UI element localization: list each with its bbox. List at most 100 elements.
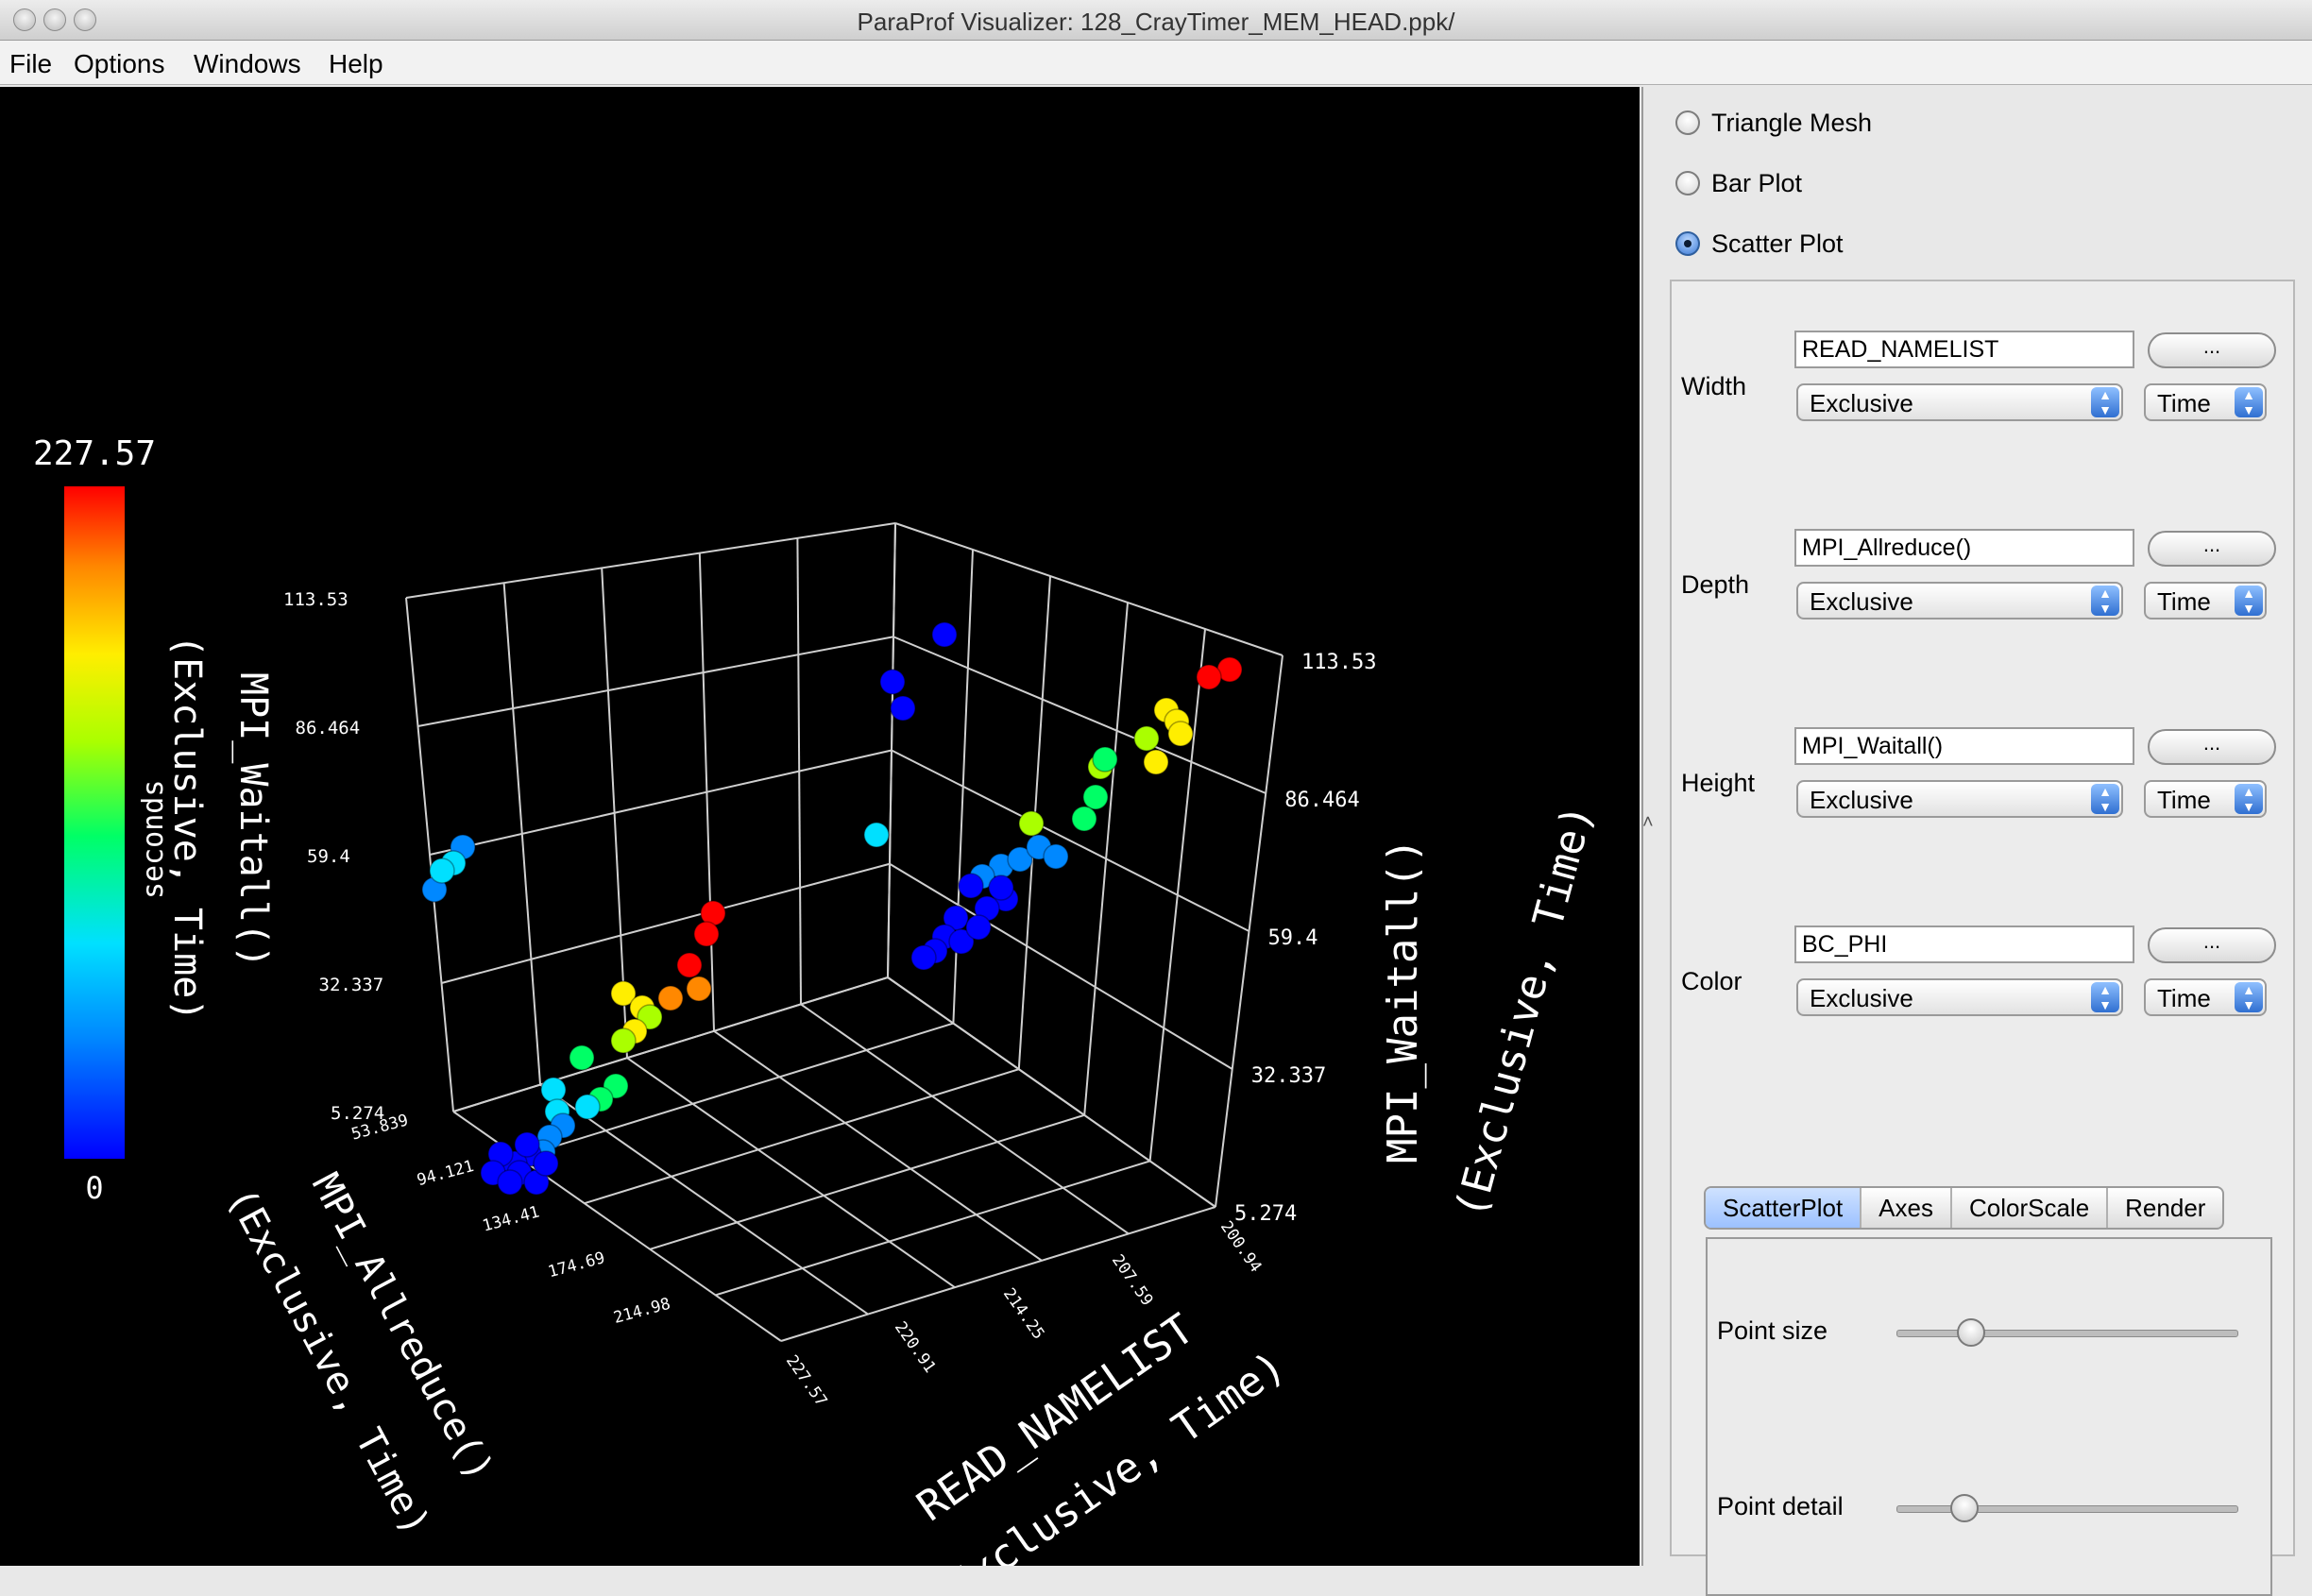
point-detail-slider-knob[interactable]: [1950, 1494, 1979, 1522]
point-detail-label: Point detail: [1717, 1492, 1844, 1520]
scatter-point[interactable]: [686, 976, 712, 1002]
scatter-point[interactable]: [1143, 749, 1169, 775]
grid-line: [713, 1029, 1043, 1262]
height-metric-select[interactable]: Exclusive ▲ ▼: [1796, 780, 2123, 818]
menu-file[interactable]: File: [9, 49, 52, 79]
color-label: Color: [1681, 967, 1742, 995]
depth-unit-select[interactable]: Time ▲ ▼: [2144, 582, 2267, 620]
grid-line: [649, 1113, 1085, 1250]
grid-line: [584, 1068, 1020, 1205]
scatter-point[interactable]: [1043, 843, 1069, 870]
plot-canvas[interactable]: 113.53 86.464 59.4 32.337 5.274 113.53 86.464 5…: [0, 87, 1640, 1566]
menu-options[interactable]: Options: [74, 49, 165, 79]
scatter-point[interactable]: [569, 1044, 595, 1071]
scatter-point[interactable]: [1071, 806, 1097, 832]
scatter-point[interactable]: [574, 1094, 601, 1120]
depth-metric-select[interactable]: Exclusive ▲ ▼: [1796, 582, 2123, 620]
right-height-tick: 86.464: [1284, 789, 1359, 812]
color-function-field[interactable]: BC_PHI: [1794, 925, 2134, 963]
color-scale-unit: seconds: [137, 780, 170, 899]
tab-scatterplot[interactable]: ScatterPlot: [1706, 1188, 1862, 1228]
scatter-point[interactable]: [1092, 746, 1118, 773]
point-detail-slider[interactable]: [1896, 1505, 2238, 1513]
left-height-tick: 59.4: [307, 846, 350, 867]
color-metric-select[interactable]: Exclusive ▲ ▼: [1796, 978, 2123, 1016]
select-arrows-icon: ▲ ▼: [2235, 982, 2263, 1012]
select-arrows-icon: ▲ ▼: [2235, 586, 2263, 616]
tab-render[interactable]: Render: [2108, 1188, 2222, 1228]
scatter-point[interactable]: [497, 1169, 523, 1196]
scatter-point[interactable]: [676, 952, 703, 978]
height-function-field[interactable]: MPI_Waitall(): [1794, 727, 2134, 765]
radio-label: Scatter Plot: [1711, 229, 1844, 258]
scatter-point[interactable]: [1167, 721, 1194, 747]
tab-axes[interactable]: Axes: [1862, 1188, 1952, 1228]
width-function-field[interactable]: READ_NAMELIST: [1794, 331, 2134, 368]
color-browse-button[interactable]: ...: [2148, 927, 2276, 963]
color-scale-max: 227.57: [33, 434, 156, 473]
scatter-point[interactable]: [890, 695, 916, 722]
scatter-point[interactable]: [965, 914, 992, 941]
select-arrows-icon: ▲ ▼: [2235, 784, 2263, 814]
scatter-point[interactable]: [610, 1027, 637, 1054]
split-pane-divider-icon[interactable]: ˄: [1642, 812, 1654, 834]
control-panel: Triangle Mesh Bar Plot Scatter Plot Widt…: [1641, 87, 2312, 1596]
depth-tick: 134.41: [481, 1203, 542, 1236]
scatter-point[interactable]: [657, 985, 684, 1011]
menu-bar: File Options Windows Help: [0, 41, 2312, 85]
scatter-point[interactable]: [863, 822, 890, 848]
scatter-point[interactable]: [1196, 664, 1222, 690]
grid-line: [518, 1022, 954, 1159]
radio-button[interactable]: [1675, 231, 1700, 256]
color-unit-select[interactable]: Time ▲ ▼: [2144, 978, 2267, 1016]
settings-tabs: ScatterPlot Axes ColorScale Render: [1704, 1186, 2225, 1230]
select-value: Time: [2157, 587, 2211, 616]
grid-line: [889, 862, 1233, 1070]
right-height-tick: 5.274: [1234, 1202, 1297, 1226]
radio-button[interactable]: [1675, 110, 1700, 135]
color-scale-min: 0: [85, 1170, 103, 1206]
scatter-point[interactable]: [533, 1150, 559, 1177]
menu-windows[interactable]: Windows: [194, 49, 301, 79]
left-height-tick: 86.464: [296, 718, 361, 739]
grid-line: [780, 1206, 1216, 1342]
depth-function-field[interactable]: MPI_Allreduce(): [1794, 529, 2134, 567]
radio-bar-plot[interactable]: Bar Plot: [1675, 164, 1802, 202]
tab-colorscale[interactable]: ColorScale: [1952, 1188, 2109, 1228]
menu-help[interactable]: Help: [329, 49, 383, 79]
right-height-tick: 113.53: [1301, 651, 1376, 674]
radio-triangle-mesh[interactable]: Triangle Mesh: [1675, 104, 1872, 142]
scatter-point[interactable]: [931, 621, 958, 648]
scatter-point[interactable]: [540, 1077, 567, 1103]
width-tick: 227.57: [782, 1351, 831, 1410]
scatter-point[interactable]: [910, 944, 937, 971]
left-height-tick: 32.337: [319, 975, 384, 995]
height-browse-button[interactable]: ...: [2148, 729, 2276, 765]
scatter-point[interactable]: [879, 669, 906, 695]
scatter-point[interactable]: [1018, 810, 1045, 837]
height-label: Height: [1681, 769, 1756, 797]
depth-browse-button[interactable]: ...: [2148, 531, 2276, 567]
radio-scatter-plot[interactable]: Scatter Plot: [1675, 225, 1844, 263]
select-value: Exclusive: [1810, 389, 1913, 417]
scatter-point[interactable]: [1133, 725, 1160, 752]
scatter-point[interactable]: [429, 857, 455, 884]
scatter-point[interactable]: [514, 1131, 540, 1158]
point-size-slider[interactable]: [1896, 1330, 2238, 1337]
grid-line: [715, 1160, 1150, 1297]
select-value: Exclusive: [1810, 786, 1913, 814]
scatter-point[interactable]: [693, 921, 720, 947]
scatter-point[interactable]: [1082, 784, 1109, 810]
width-metric-select[interactable]: Exclusive ▲ ▼: [1796, 383, 2123, 421]
width-browse-button[interactable]: ...: [2148, 332, 2276, 368]
radio-button[interactable]: [1675, 171, 1700, 195]
point-size-slider-knob[interactable]: [1957, 1318, 1986, 1347]
scatter-point[interactable]: [958, 873, 984, 899]
scatter-point[interactable]: [988, 874, 1014, 901]
point-size-label: Point size: [1717, 1316, 1828, 1345]
color-scale-bar: [64, 486, 125, 1159]
height-unit-select[interactable]: Time ▲ ▼: [2144, 780, 2267, 818]
scatter-plot-3d[interactable]: 113.53 86.464 59.4 32.337 5.274 113.53 86.464 5…: [0, 87, 1640, 1566]
width-unit-select[interactable]: Time ▲ ▼: [2144, 383, 2267, 421]
colorbar-axis-label: (Exclusive, Time): [165, 635, 209, 1021]
